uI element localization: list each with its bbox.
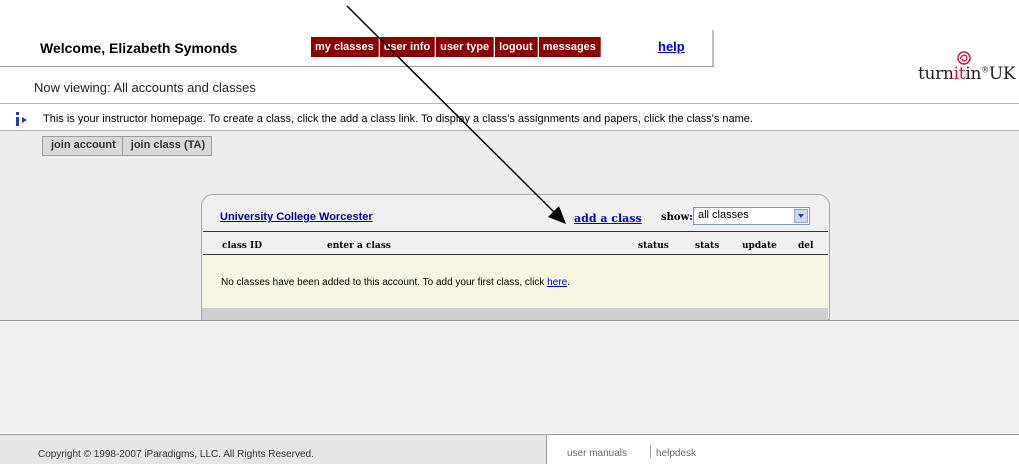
divider (0, 103, 1019, 104)
help-link[interactable]: help (658, 39, 685, 54)
column-header-class-id: class ID (222, 241, 263, 251)
header-divider (712, 30, 714, 67)
column-header-update: update (742, 241, 777, 251)
add-class-link[interactable]: add a class (574, 212, 642, 225)
join-class-ta-button[interactable]: join class (TA) (121, 136, 213, 156)
join-account-button[interactable]: join account (42, 136, 123, 156)
panel-footer (202, 308, 828, 320)
tab-logout[interactable]: logout (495, 37, 538, 57)
helpdesk-link[interactable]: helpdesk (656, 448, 696, 459)
welcome-message: Welcome, Elizabeth Symonds (40, 40, 238, 56)
copyright-text: Copyright © 1998-2007 iParadigms, LLC. A… (38, 449, 314, 460)
column-header-del: del (798, 241, 814, 251)
turnitin-logo: turnitin®UK (918, 50, 1018, 84)
user-manuals-link[interactable]: user manuals (567, 448, 627, 459)
empty-classes-message: No classes have been added to this accou… (221, 277, 570, 288)
viewing-status: Now viewing: All accounts and classes (34, 80, 256, 95)
add-first-class-link[interactable]: here (547, 277, 567, 288)
chevron-down-icon[interactable] (794, 209, 808, 223)
info-icon (16, 112, 27, 126)
tab-user-type[interactable]: user type (436, 37, 495, 57)
tab-my-classes[interactable]: my classes (311, 37, 379, 57)
show-filter-value: all classes (698, 209, 749, 221)
column-header-status: status (638, 241, 669, 251)
column-header-enter-class: enter a class (327, 241, 391, 251)
instructions-text: This is your instructor homepage. To cre… (43, 113, 753, 125)
header-divider (0, 66, 714, 67)
tab-messages[interactable]: messages (538, 37, 601, 57)
show-label: show: (661, 212, 693, 223)
main-nav: my classes user info user type logout me… (311, 37, 601, 62)
divider (203, 231, 828, 232)
footer-link-separator (650, 445, 651, 458)
lower-area (0, 321, 1019, 433)
column-header-stats: stats (695, 241, 720, 251)
tab-user-info[interactable]: user info (379, 37, 436, 57)
account-tabs: join account join class (TA) (42, 136, 213, 156)
footer-divider (546, 435, 547, 464)
account-name-link[interactable]: University College Worcester (220, 211, 373, 223)
show-filter-select[interactable]: all classes (693, 207, 810, 225)
